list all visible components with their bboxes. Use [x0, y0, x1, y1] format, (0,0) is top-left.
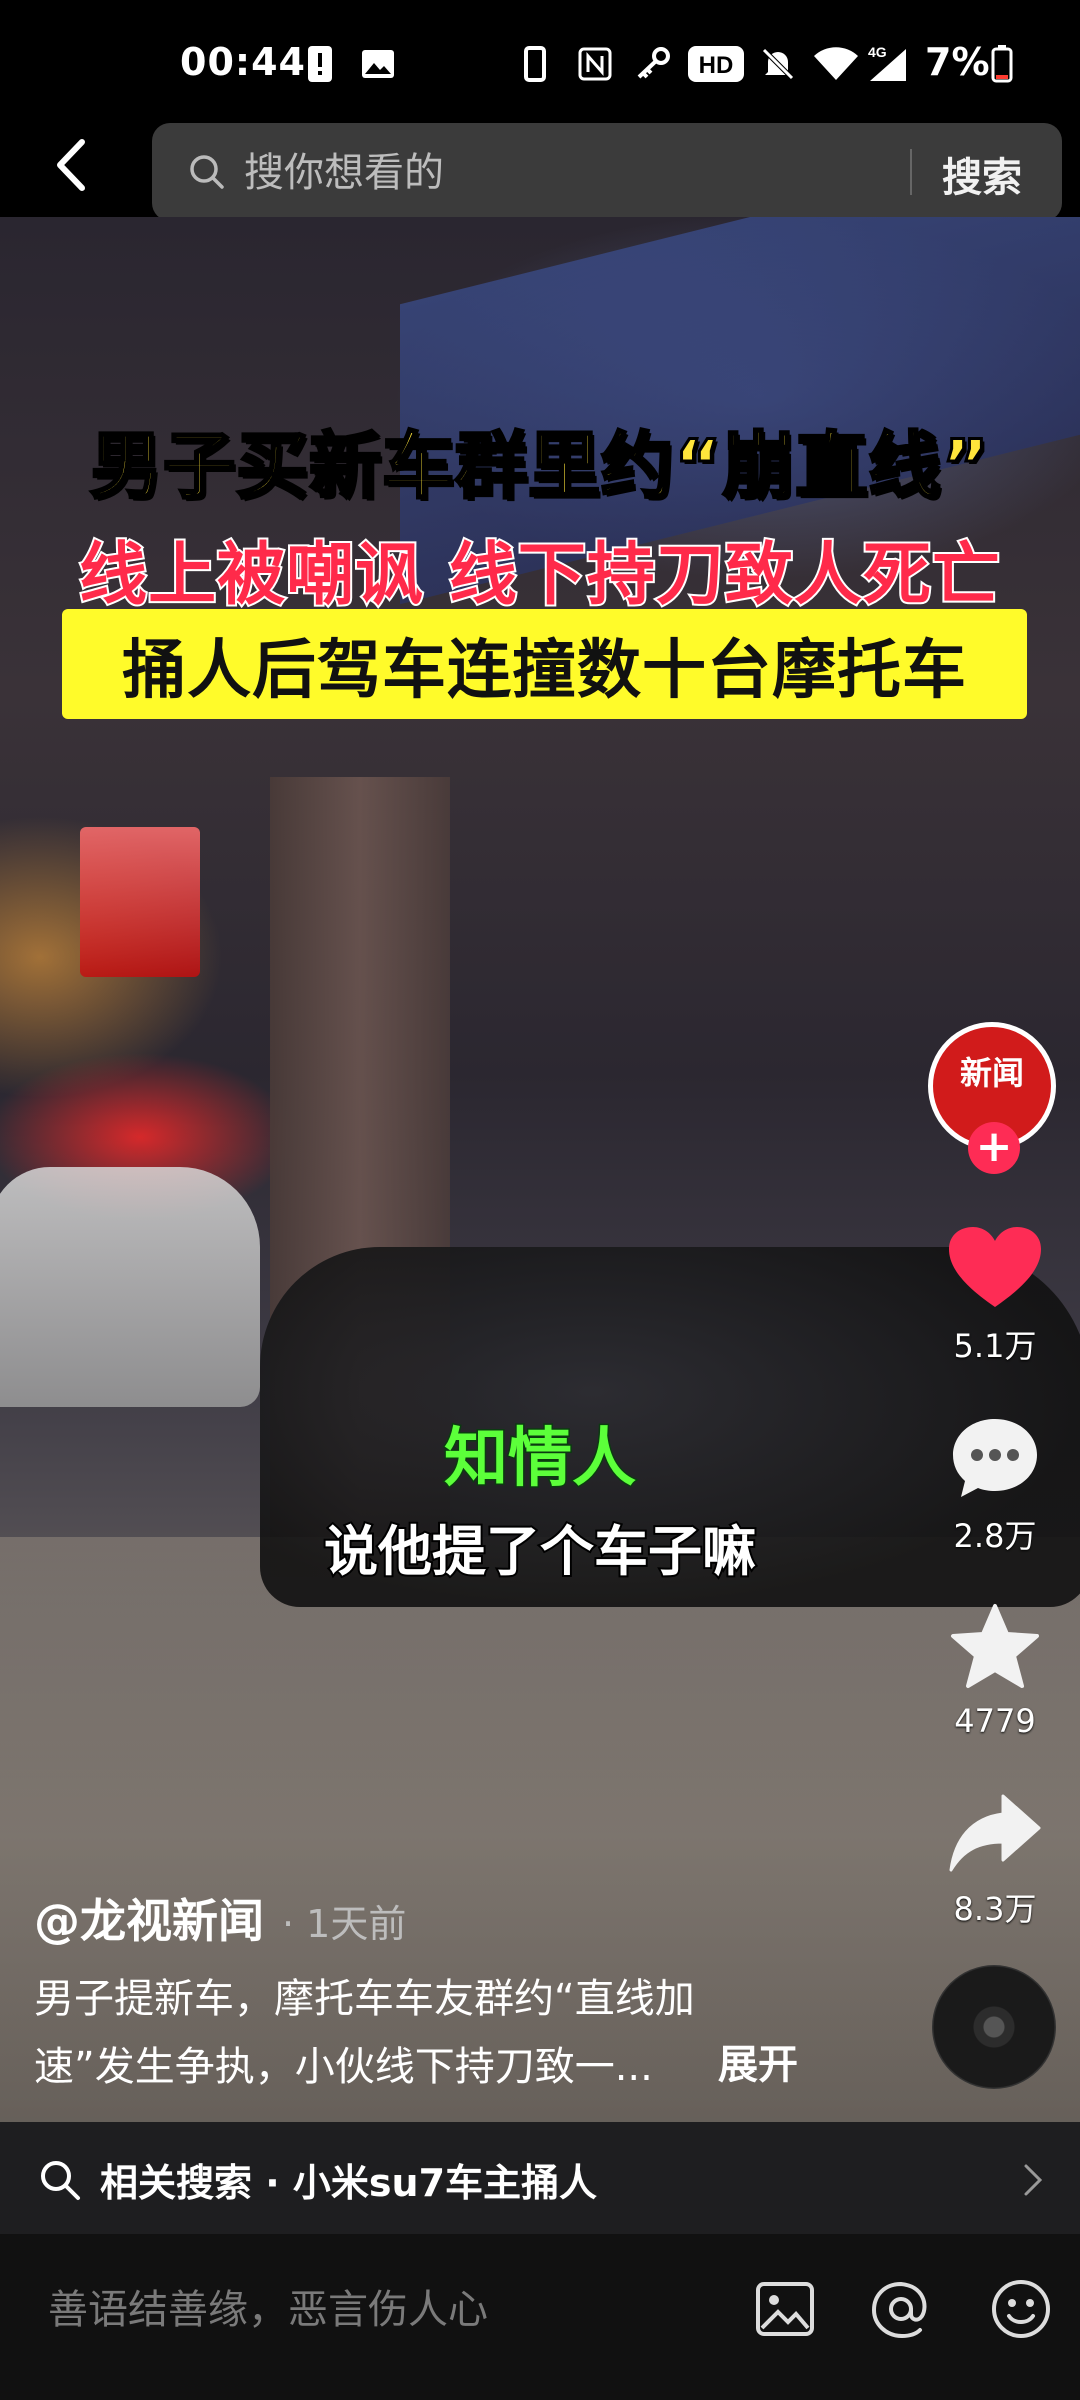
- headline-line-2: 线上被嘲讽 线下持刀致人死亡: [77, 534, 1002, 617]
- search-divider: [910, 149, 912, 195]
- chevron-right-icon: [1024, 2164, 1043, 2196]
- subtitle-text: 说他提了个车子嘛: [322, 1518, 758, 1585]
- emoji-icon[interactable]: [988, 2276, 1054, 2342]
- battery-percent: 7%: [925, 40, 990, 84]
- search-icon: [41, 2161, 80, 2200]
- comment-input[interactable]: [46, 2274, 730, 2346]
- search-box[interactable]: 搜索: [152, 123, 1062, 223]
- svg-text:4G: 4G: [868, 45, 887, 60]
- mention-icon[interactable]: [868, 2276, 934, 2342]
- video-player[interactable]: 男子买新车群里约“崩直线” 线上被嘲讽 线下持刀致人死亡 捅人后驾车连撞数十台摩…: [0, 217, 1080, 2122]
- favorite-button[interactable]: 4779: [930, 1602, 1060, 1740]
- video-description: 男子提新车，摩托车车友群约“直线加速”发生争执，小伙线下持刀致一...: [34, 1976, 695, 2090]
- headline-line-1: 男子买新车群里约“崩直线”: [89, 423, 991, 510]
- back-button[interactable]: [40, 130, 110, 200]
- share-count: 8.3万: [953, 1890, 1037, 1928]
- like-count: 5.1万: [953, 1327, 1037, 1365]
- author-name[interactable]: @龙视新闻: [34, 1885, 264, 1951]
- like-button[interactable]: 5.1万: [930, 1225, 1060, 1367]
- signal-icon: 4G: [866, 45, 908, 82]
- search-button[interactable]: 搜索: [942, 145, 1022, 203]
- phone-icon: [522, 46, 548, 82]
- headline-banner: 捅人后驾车连撞数十台摩托车: [62, 609, 1027, 719]
- subtitle-speaker: 知情人: [443, 1421, 638, 1498]
- post-time: · 1天前: [282, 1902, 407, 1946]
- alert-icon: [306, 46, 334, 82]
- nfc-icon: [576, 46, 614, 82]
- search-icon: [190, 155, 224, 189]
- video-bg-light: [80, 827, 200, 977]
- follow-button[interactable]: +: [968, 1122, 1020, 1174]
- search-header: 搜索: [0, 105, 1080, 223]
- image-icon: [360, 46, 396, 82]
- svg-text:HD: HD: [699, 52, 734, 79]
- share-button[interactable]: 8.3万: [930, 1790, 1060, 1930]
- hd-icon: HD: [688, 46, 744, 82]
- related-search-text: 相关搜索 · 小米su7车主捅人: [100, 2161, 598, 2205]
- star-icon: [951, 1604, 1039, 1688]
- related-search-bar[interactable]: 相关搜索 · 小米su7车主捅人: [0, 2122, 1080, 2234]
- search-input[interactable]: [242, 123, 936, 223]
- comment-button[interactable]: 2.8万: [930, 1415, 1060, 1557]
- key-icon: [632, 46, 672, 82]
- wifi-icon: [814, 46, 858, 82]
- avatar-logo-text: 新闻: [959, 1054, 1024, 1092]
- share-icon: [949, 1794, 1041, 1872]
- comment-count: 2.8万: [953, 1517, 1037, 1555]
- music-disc-icon[interactable]: [932, 1965, 1056, 2089]
- comment-bar: [0, 2234, 1080, 2400]
- mute-icon: [758, 46, 798, 82]
- favorite-count: 4779: [954, 1702, 1036, 1740]
- status-time: 00:44: [180, 40, 306, 84]
- battery-icon: [990, 45, 1014, 83]
- video-bg-car: [0, 1167, 260, 1407]
- back-arrow-icon: [57, 139, 85, 191]
- heart-icon: [949, 1227, 1041, 1307]
- comment-icon: [953, 1419, 1037, 1497]
- headline-line-3: 捅人后驾车连撞数十台摩托车: [122, 634, 967, 708]
- status-bar: 00:44 HD 4G 7%: [0, 0, 1080, 105]
- expand-button[interactable]: 展开: [718, 2032, 798, 2090]
- image-picker-icon[interactable]: [752, 2276, 818, 2342]
